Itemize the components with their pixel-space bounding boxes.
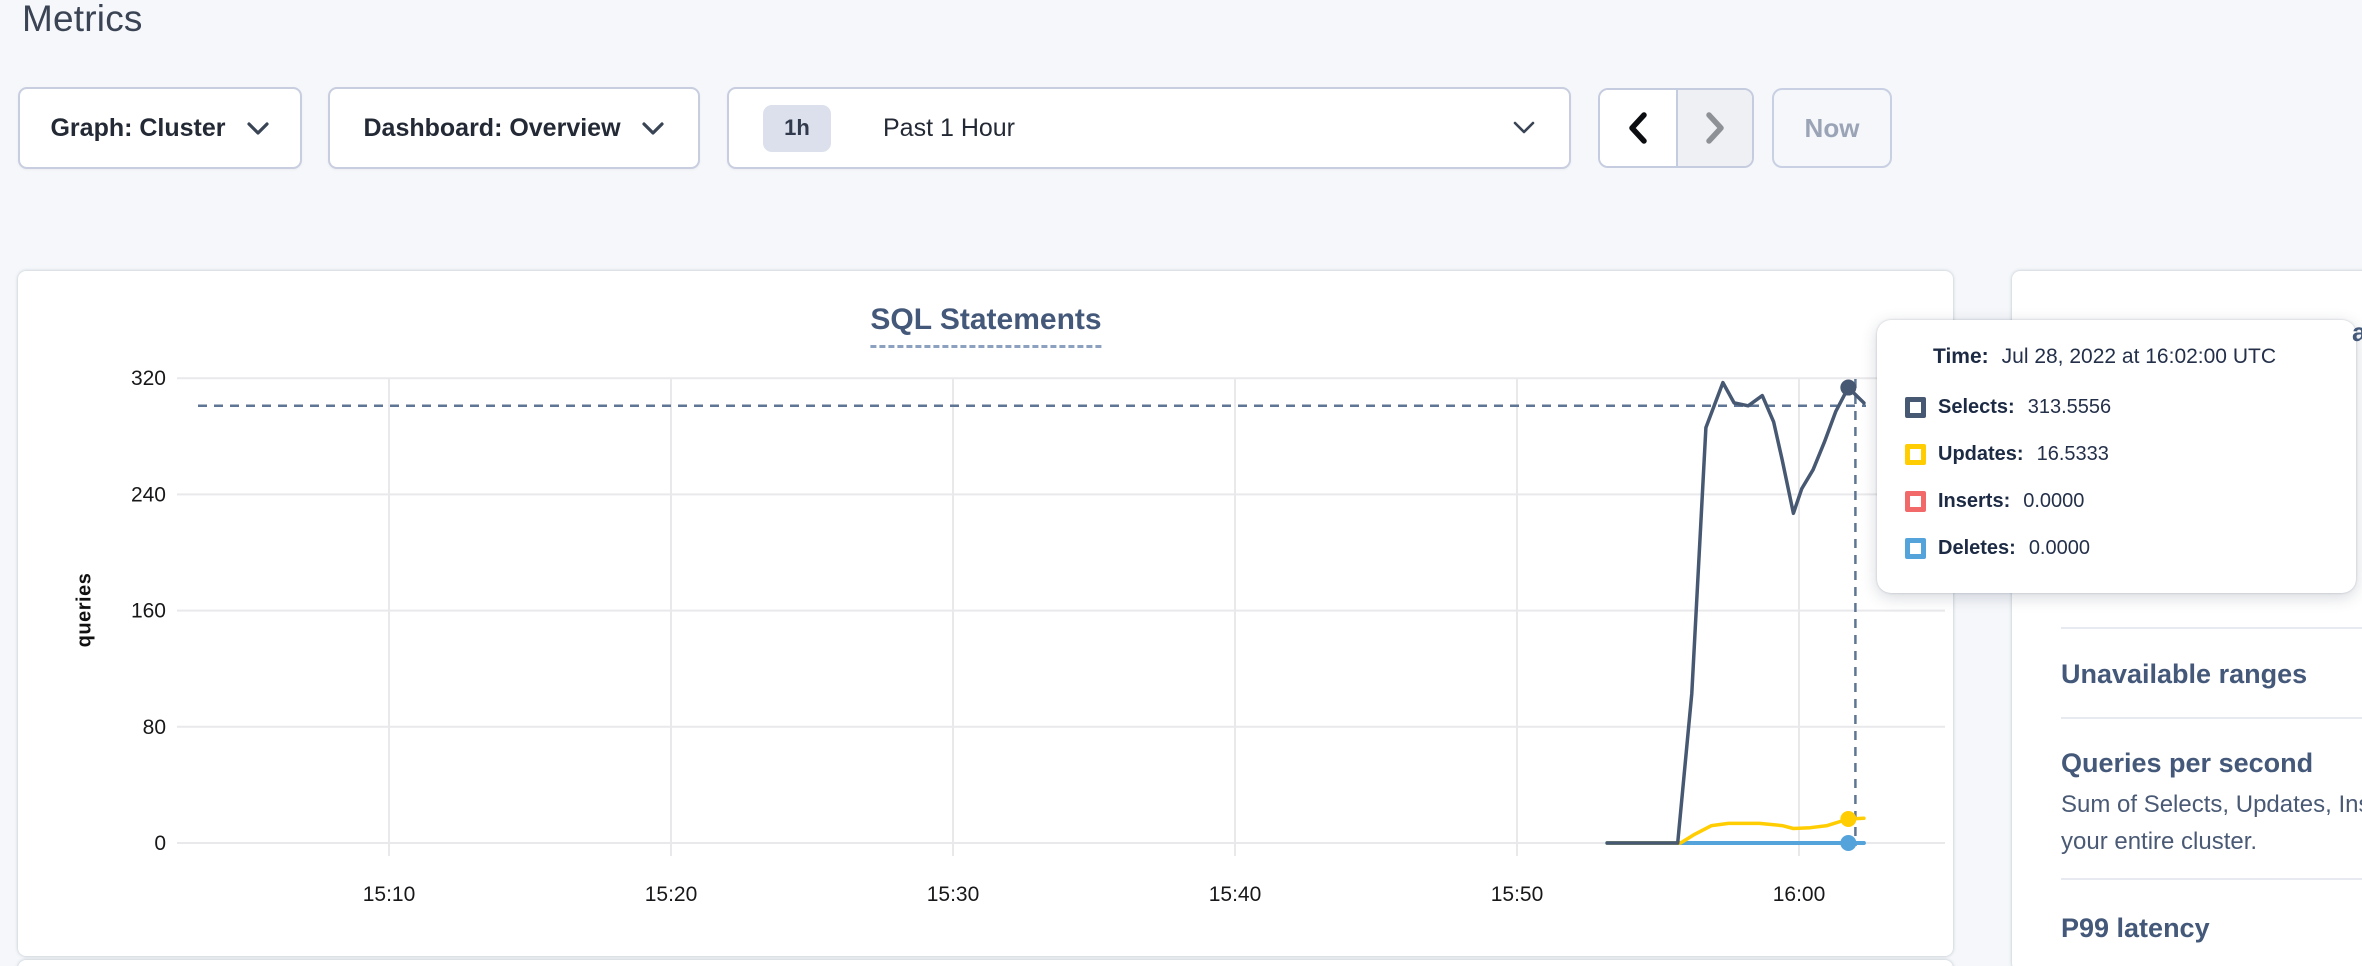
tooltip-deletes-label: Deletes: <box>1938 537 2016 560</box>
deletes-series-swatch-icon <box>1905 538 1926 559</box>
tooltip-inserts-row: Inserts: 0.0000 <box>1905 488 2356 514</box>
sidebar-section-queries-per-second: Queries per second <box>2061 748 2313 779</box>
now-button-label: Now <box>1805 113 1860 144</box>
chevron-down-icon <box>246 121 270 136</box>
chart-hover-tooltip: Time: Jul 28, 2022 at 16:02:00 UTC Selec… <box>1877 320 2356 593</box>
dashboard-dropdown[interactable]: Dashboard: Overview <box>328 87 700 169</box>
tooltip-time-label: Time: <box>1933 345 1989 369</box>
chart-title[interactable]: SQL Statements <box>870 303 1101 348</box>
tooltip-time-row: Time: Jul 28, 2022 at 16:02:00 UTC <box>1933 344 2356 370</box>
sidebar-section-unavailable-ranges: Unavailable ranges <box>2061 659 2307 690</box>
graph-scope-dropdown-label: Graph: Cluster <box>50 114 225 143</box>
queries-per-second-description-line2: your entire cluster. <box>2061 828 2257 856</box>
tooltip-selects-value: 313.5556 <box>2028 396 2111 419</box>
time-window-nav-group <box>1598 88 1754 168</box>
now-button[interactable]: Now <box>1772 88 1892 168</box>
chevron-left-icon <box>1625 110 1651 146</box>
y-axis-label: queries <box>74 573 97 648</box>
divider <box>2061 627 2362 629</box>
chevron-down-icon <box>1513 121 1535 135</box>
tooltip-updates-value: 16.5333 <box>2037 443 2109 466</box>
tooltip-inserts-label: Inserts: <box>1938 490 2010 513</box>
time-range-selector[interactable]: 1h Past 1 Hour <box>727 87 1571 169</box>
tooltip-selects-label: Selects: <box>1938 396 2015 419</box>
tooltip-deletes-value: 0.0000 <box>2029 537 2090 560</box>
tooltip-selects-row: Selects: 313.5556 <box>1905 394 2356 420</box>
dashboard-dropdown-label: Dashboard: Overview <box>363 114 620 143</box>
tooltip-time-value: Jul 28, 2022 at 16:02:00 UTC <box>2002 345 2276 369</box>
tooltip-updates-row: Updates: 16.5333 <box>1905 441 2356 467</box>
chevron-right-icon <box>1702 110 1728 146</box>
clipped-text-fragment: a <box>2352 317 2362 348</box>
sidebar-section-p99-latency: P99 latency <box>2061 913 2210 944</box>
tooltip-deletes-row: Deletes: 0.0000 <box>1905 535 2356 561</box>
next-chart-card-top-edge <box>18 960 1953 966</box>
tooltip-inserts-value: 0.0000 <box>2023 490 2084 513</box>
chevron-down-icon <box>641 121 665 136</box>
page-title: Metrics <box>22 0 143 40</box>
time-range-label: Past 1 Hour <box>883 114 1015 143</box>
selects-series-swatch-icon <box>1905 397 1926 418</box>
divider <box>2061 717 2362 719</box>
updates-series-swatch-icon <box>1905 444 1926 465</box>
queries-per-second-description-line1: Sum of Selects, Updates, Inser <box>2061 791 2362 819</box>
time-range-badge: 1h <box>763 105 831 152</box>
inserts-series-swatch-icon <box>1905 491 1926 512</box>
divider <box>2061 878 2362 880</box>
graph-scope-dropdown[interactable]: Graph: Cluster <box>18 87 302 169</box>
next-time-window-button-disabled[interactable] <box>1676 90 1752 166</box>
tooltip-updates-label: Updates: <box>1938 443 2024 466</box>
sql-statements-chart-card <box>18 271 1953 956</box>
previous-time-window-button[interactable] <box>1600 90 1676 166</box>
